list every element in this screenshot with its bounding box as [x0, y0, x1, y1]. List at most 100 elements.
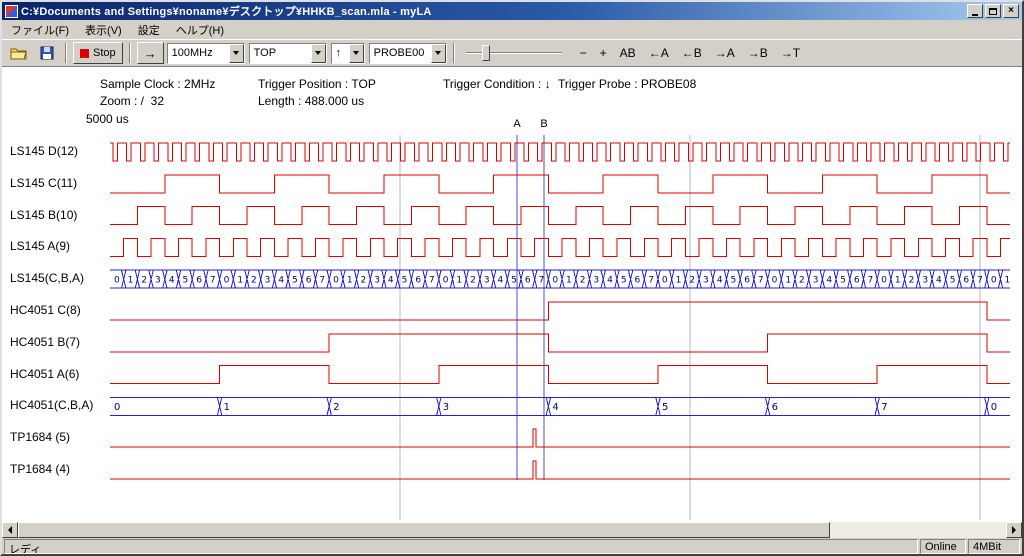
- marker-a-label[interactable]: A: [512, 118, 522, 130]
- menu-item[interactable]: 設定: [130, 20, 168, 40]
- bus-value: 3: [484, 276, 490, 286]
- maximize-icon: [989, 8, 997, 15]
- bus-value: 5: [621, 276, 627, 286]
- bus-value: 2: [799, 276, 805, 286]
- bus-value: 0: [991, 276, 997, 286]
- channel-label[interactable]: TP1684 (5): [10, 430, 70, 444]
- bus-value: 7: [648, 276, 654, 286]
- digital-waveform: [110, 207, 1010, 225]
- status-bar: レディ Online 4MBit: [2, 538, 1022, 554]
- scrollbar-track[interactable]: [830, 522, 1006, 538]
- menu-item[interactable]: 表示(V): [77, 20, 130, 40]
- chevron-down-icon[interactable]: [311, 44, 326, 63]
- zoom-slider-track: [466, 52, 562, 54]
- chevron-down-icon[interactable]: [349, 44, 364, 63]
- status-online: Online: [920, 539, 966, 554]
- scroll-left-button[interactable]: [2, 522, 18, 538]
- waveform-plot[interactable]: 0123456701234567012345670123456701234567…: [110, 135, 1010, 520]
- bus-value: 6: [963, 276, 969, 286]
- zoom-out-button[interactable]: −: [578, 44, 589, 62]
- channel-label[interactable]: HC4051 A(6): [10, 367, 79, 381]
- channel-label[interactable]: LS145(C,B,A): [10, 271, 84, 285]
- bus-value: 0: [114, 276, 120, 286]
- bus-value: 0: [224, 276, 230, 286]
- bus-value: 4: [498, 276, 504, 286]
- channel-label[interactable]: HC4051 C(8): [10, 303, 81, 317]
- capture-length-label: Length : 488.000 us: [258, 94, 364, 108]
- marker-b-label[interactable]: B: [539, 118, 549, 130]
- stop-button-label: Stop: [93, 47, 116, 59]
- bus-value: 6: [854, 276, 860, 286]
- zoom-slider[interactable]: [466, 43, 562, 63]
- bus-value: 5: [950, 276, 956, 286]
- title-bar[interactable]: C:¥Documents and Settings¥noname¥デスクトップ¥…: [2, 2, 1022, 20]
- bus-value: 6: [306, 276, 312, 286]
- bus-value: 0: [772, 276, 778, 286]
- horizontal-scrollbar[interactable]: [2, 522, 1022, 538]
- bus-value: 1: [785, 276, 791, 286]
- channel-label[interactable]: LS145 C(11): [10, 176, 77, 190]
- trigger-probe-combo[interactable]: PROBE00: [369, 43, 447, 64]
- bus-value: 4: [278, 276, 284, 286]
- stop-button[interactable]: Stop: [73, 42, 123, 64]
- waveform-panel: Sample Clock : 2MHz Trigger Position : T…: [2, 67, 1022, 522]
- menu-item[interactable]: ヘルプ(H): [168, 20, 232, 40]
- channel-label[interactable]: LS145 B(10): [10, 208, 77, 222]
- bus-value: 4: [936, 276, 942, 286]
- bus-value: 3: [265, 276, 271, 286]
- menu-bar: ファイル(F)表示(V)設定ヘルプ(H): [2, 20, 1022, 39]
- bus-value: 2: [333, 402, 339, 413]
- channel-label[interactable]: LS145 D(12): [10, 144, 78, 158]
- zoom-level-label: Zoom : / 32: [100, 94, 164, 108]
- scroll-right-button[interactable]: [1006, 522, 1022, 538]
- digital-waveform: [110, 302, 1010, 320]
- chevron-down-icon[interactable]: [431, 44, 446, 63]
- close-button[interactable]: ×: [1003, 4, 1019, 18]
- bus-value: 2: [580, 276, 586, 286]
- sample-rate-combo-value: 100MHz: [168, 44, 229, 63]
- goto-a-left-button[interactable]: ←A: [647, 44, 671, 62]
- ab-button[interactable]: AB: [618, 44, 638, 62]
- goto-trigger-button[interactable]: →T: [779, 44, 802, 62]
- bus-value: 1: [456, 276, 462, 286]
- save-button[interactable]: [34, 42, 59, 64]
- bus-value: 6: [772, 402, 778, 413]
- close-icon: ×: [1008, 6, 1014, 16]
- bus-value: 5: [840, 276, 846, 286]
- digital-waveform: [110, 238, 1010, 256]
- goto-b-left-button[interactable]: ←B: [680, 44, 704, 62]
- minimize-button[interactable]: [967, 4, 983, 18]
- bus-value: 6: [744, 276, 750, 286]
- bus-value: 1: [128, 276, 134, 286]
- sample-rate-combo[interactable]: 100MHz: [167, 43, 245, 64]
- bus-value: 5: [731, 276, 737, 286]
- channel-label[interactable]: LS145 A(9): [10, 239, 70, 253]
- bus-value: 5: [292, 276, 298, 286]
- trigger-condition-label: Trigger Condition : ↓: [443, 77, 551, 91]
- zoom-slider-thumb[interactable]: [482, 45, 490, 61]
- open-file-button[interactable]: [6, 42, 31, 64]
- menu-item[interactable]: ファイル(F): [3, 20, 77, 40]
- scrollbar-thumb[interactable]: [18, 522, 830, 538]
- channel-label[interactable]: TP1684 (4): [10, 462, 70, 476]
- run-button[interactable]: →: [137, 42, 164, 64]
- trigger-position-combo[interactable]: TOP: [249, 43, 327, 64]
- zoom-in-button[interactable]: +: [598, 44, 609, 62]
- trigger-edge-combo[interactable]: ↑: [331, 43, 365, 64]
- goto-a-right-button[interactable]: →A: [713, 44, 737, 62]
- digital-waveform: [110, 429, 1010, 447]
- maximize-button[interactable]: [985, 4, 1001, 18]
- bus-value: 5: [662, 402, 668, 413]
- floppy-disk-icon: [40, 46, 54, 60]
- channel-label[interactable]: HC4051(C,B,A): [10, 398, 93, 412]
- goto-b-right-button[interactable]: →B: [746, 44, 770, 62]
- channel-label[interactable]: HC4051 B(7): [10, 335, 80, 349]
- bus-value: 4: [607, 276, 613, 286]
- chevron-down-icon[interactable]: [229, 44, 244, 63]
- bus-value: 0: [662, 276, 668, 286]
- toolbar-separator: [65, 43, 67, 63]
- digital-waveform: [110, 461, 1010, 479]
- bus-value: 3: [443, 402, 449, 413]
- bus-value: 6: [415, 276, 421, 286]
- window-controls: ×: [967, 4, 1019, 18]
